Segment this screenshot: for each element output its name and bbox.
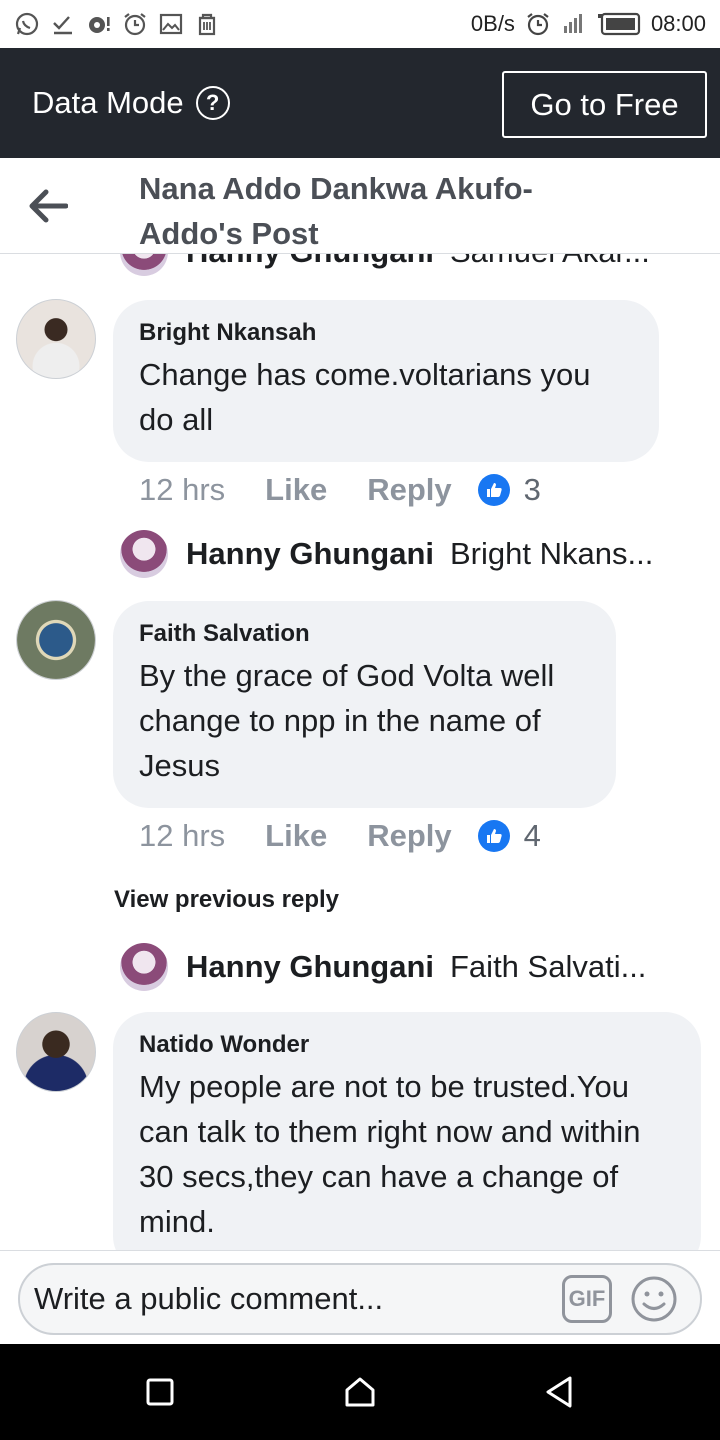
battery-icon bbox=[597, 12, 641, 36]
page-title: Nana Addo Dankwa Akufo-Addo's Post bbox=[139, 171, 533, 251]
check-icon bbox=[53, 16, 72, 35]
alarm-icon bbox=[527, 13, 549, 36]
comment-input-container[interactable]: GIF bbox=[18, 1263, 702, 1335]
reply-snippet: Bright Nkans... bbox=[450, 536, 654, 571]
home-icon[interactable] bbox=[342, 1374, 378, 1410]
data-mode-bar: Data Mode ? Go to Free bbox=[0, 48, 720, 158]
reply-author[interactable]: Hanny Ghungani bbox=[186, 254, 434, 270]
comment-author[interactable]: Bright Nkansah bbox=[139, 318, 633, 348]
post-header: Nana Addo Dankwa Akufo-Addo's Post bbox=[0, 158, 720, 254]
reply-preview-row[interactable]: Hanny Ghungani Samuel Akar... bbox=[120, 254, 680, 276]
avatar[interactable] bbox=[16, 1012, 96, 1092]
comment-actions: 12 hrs Like Reply 3 bbox=[139, 472, 541, 508]
signal-icon bbox=[563, 14, 582, 33]
reply-author[interactable]: Hanny Ghungani bbox=[186, 536, 434, 572]
image-icon bbox=[159, 13, 183, 35]
reply-button[interactable]: Reply bbox=[367, 472, 451, 508]
whatsapp-icon bbox=[15, 12, 39, 36]
go-to-free-button[interactable]: Go to Free bbox=[502, 71, 707, 138]
notification-icon bbox=[89, 17, 110, 33]
like-count[interactable]: 4 bbox=[524, 818, 541, 854]
status-icons-right: 0B/s 08:00 bbox=[471, 11, 706, 37]
gif-button[interactable]: GIF bbox=[562, 1275, 612, 1323]
reply-preview-row[interactable]: Hanny Ghungani Bright Nkans... bbox=[120, 530, 680, 578]
status-icons-left bbox=[14, 11, 220, 37]
avatar[interactable] bbox=[16, 299, 96, 379]
comment-text: Change has come.voltarians you do all bbox=[139, 357, 591, 437]
network-speed: 0B/s bbox=[470, 11, 515, 36]
reply-author[interactable]: Hanny Ghungani bbox=[186, 949, 434, 985]
like-button[interactable]: Like bbox=[265, 818, 327, 854]
help-icon[interactable]: ? bbox=[195, 86, 230, 120]
avatar[interactable] bbox=[120, 254, 168, 276]
comment-bubble[interactable]: Natido Wonder My people are not to be tr… bbox=[113, 1012, 701, 1250]
thumbs-up-icon bbox=[477, 820, 510, 852]
comment-composer: GIF bbox=[0, 1250, 720, 1344]
reply-snippet: Samuel Akar... bbox=[450, 254, 650, 270]
like-button[interactable]: Like bbox=[265, 472, 327, 508]
reply-snippet: Faith Salvati... bbox=[450, 949, 647, 984]
avatar[interactable] bbox=[120, 943, 168, 991]
comment-actions: 12 hrs Like Reply 4 bbox=[139, 818, 541, 854]
view-previous-reply-link[interactable]: View previous reply bbox=[114, 886, 339, 914]
status-bar: 0B/s 08:00 bbox=[0, 0, 720, 48]
comment-input[interactable] bbox=[34, 1281, 534, 1317]
like-count[interactable]: 3 bbox=[524, 472, 541, 508]
comment-author[interactable]: Natido Wonder bbox=[139, 1030, 675, 1060]
trash-icon bbox=[198, 13, 216, 36]
reply-preview-row[interactable]: Hanny Ghungani Faith Salvati... bbox=[120, 943, 680, 991]
comment-author[interactable]: Faith Salvation bbox=[139, 619, 590, 649]
clock: 08:00 bbox=[650, 11, 706, 36]
avatar[interactable] bbox=[120, 530, 168, 578]
alarm-icon bbox=[124, 13, 146, 36]
recent-apps-icon[interactable] bbox=[142, 1374, 178, 1410]
comment-text: My people are not to be trusted.You can … bbox=[139, 1069, 641, 1239]
system-navigation-bar bbox=[0, 1344, 720, 1440]
thumbs-up-icon bbox=[477, 474, 510, 506]
avatar[interactable] bbox=[16, 600, 96, 680]
emoji-icon[interactable] bbox=[630, 1275, 678, 1323]
comment-bubble[interactable]: Bright Nkansah Change has come.voltarian… bbox=[113, 300, 659, 462]
comment-text: By the grace of God Volta well change to… bbox=[139, 658, 555, 783]
comment-timestamp[interactable]: 12 hrs bbox=[139, 472, 225, 508]
back-arrow-icon[interactable] bbox=[26, 186, 68, 226]
reply-button[interactable]: Reply bbox=[367, 818, 451, 854]
comment-bubble[interactable]: Faith Salvation By the grace of God Volt… bbox=[113, 601, 616, 808]
comments-feed[interactable]: Hanny Ghungani Samuel Akar... Bright Nka… bbox=[0, 254, 720, 1250]
data-mode-label: Data Mode bbox=[32, 85, 184, 120]
comment-timestamp[interactable]: 12 hrs bbox=[139, 818, 225, 854]
back-icon[interactable] bbox=[541, 1374, 577, 1410]
